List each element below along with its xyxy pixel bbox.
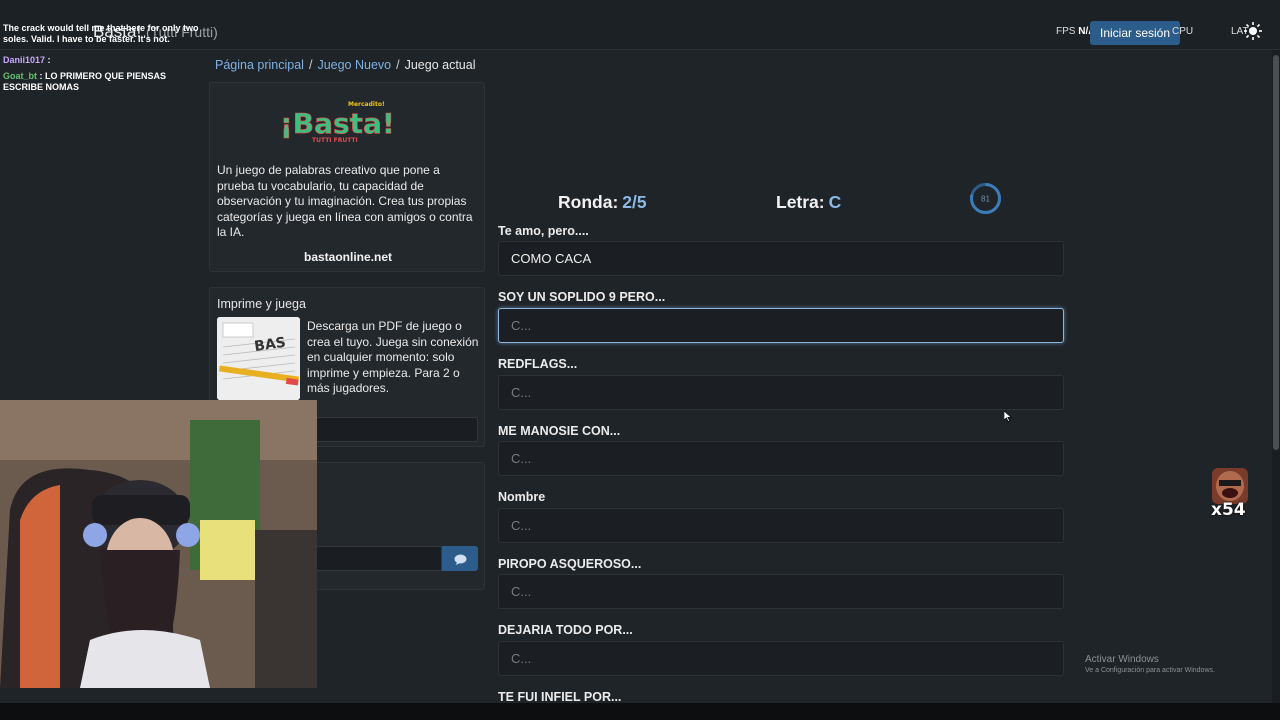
category-input[interactable] (498, 375, 1064, 410)
fps-label: FPS (1056, 26, 1076, 37)
stream-chat-message: The crack would tell me that here for on… (3, 23, 199, 44)
webcam-overlay (0, 400, 317, 688)
category-label: ME MANOSIE CON... (498, 424, 621, 438)
breadcrumb-separator: / (308, 58, 313, 72)
scrollbar-thumb[interactable] (1273, 55, 1279, 450)
svg-text:¡Basta!: ¡Basta! (280, 107, 395, 140)
breadcrumb-new-game-link[interactable]: Juego Nuevo (317, 58, 391, 72)
print-card-title: Imprime y juega (217, 297, 306, 311)
windows-activation-watermark: Activar Windows Ve a Configuración para … (1085, 654, 1215, 674)
letter-indicator: Letra: C (776, 192, 841, 213)
print-thumbnail-image: BAS (217, 317, 300, 400)
letter-label: Letra: (776, 192, 825, 212)
category-input[interactable] (498, 308, 1064, 343)
emote-count: x54 (1211, 500, 1246, 520)
breadcrumb: Página principal / Juego Nuevo / Juego actua… (215, 58, 475, 72)
round-value: 2/5 (622, 192, 647, 212)
bottom-letterbox (0, 703, 1280, 720)
category-input[interactable] (498, 641, 1064, 676)
category-input[interactable] (498, 508, 1064, 543)
round-label: Ronda: (558, 192, 619, 212)
about-card: Mercadito! ¡Basta! TUTTI FRUTTI Un juego… (209, 82, 485, 272)
breadcrumb-separator: / (396, 58, 400, 72)
chat-send-button[interactable] (442, 546, 478, 571)
category-label: PIROPO ASQUEROSO... (498, 557, 642, 571)
category-label: Nombre (498, 490, 546, 504)
category-label: TE FUI INFIEL POR... (498, 690, 622, 704)
round-indicator: Ronda: 2/5 (558, 192, 647, 213)
category-label: Te amo, pero.... (498, 224, 589, 238)
print-description: Descarga un PDF de juego o crea el tuyo.… (307, 319, 479, 395)
category-input[interactable] (498, 574, 1064, 609)
category-label: REDFLAGS... (498, 357, 578, 371)
svg-text:TUTTI FRUTTI: TUTTI FRUTTI (312, 137, 358, 144)
stream-chat-overlay: The crack would tell me that here for on… (0, 0, 205, 100)
stream-chat-username: Danii1017 (3, 55, 46, 65)
breadcrumb-home-link[interactable]: Página principal (215, 58, 304, 72)
category-label: SOY UN SOPLIDO 9 PERO... (498, 290, 666, 304)
category-input[interactable] (498, 441, 1064, 476)
stream-chat-text: : (47, 55, 51, 65)
activation-title: Activar Windows (1085, 654, 1159, 665)
cpu-indicator: CPU (1172, 26, 1194, 37)
category-label: DEJARIA TODO POR... (498, 623, 633, 637)
letter-value: C (828, 192, 842, 212)
basta-logo: Mercadito! ¡Basta! TUTTI FRUTTI (280, 101, 395, 144)
stream-chat-message: Danii1017 : (3, 55, 51, 66)
category-input[interactable] (498, 241, 1064, 276)
breadcrumb-current: Juego actual (404, 58, 476, 72)
about-description: Un juego de palabras creativo que pone a… (217, 163, 473, 239)
mouse-cursor-icon (1004, 411, 1012, 422)
login-button[interactable]: Iniciar sesión (1090, 21, 1180, 45)
timer-value: 81 (981, 195, 990, 204)
website-link[interactable]: bastaonline.net (210, 250, 486, 264)
stream-chat-username: Goat_bt (3, 71, 38, 81)
brightness-toggle-icon[interactable] (1244, 22, 1262, 40)
activation-subtitle: Ve a Configuración para activar Windows. (1085, 667, 1215, 674)
countdown-timer: 81 (970, 183, 1001, 214)
emote-combo-overlay: x54 (1208, 466, 1252, 520)
stream-chat-message: Goat_bt : LO PRIMERO QUE PIENSAS ESCRIBE… (3, 71, 198, 93)
chat-bubble-icon (454, 554, 466, 565)
